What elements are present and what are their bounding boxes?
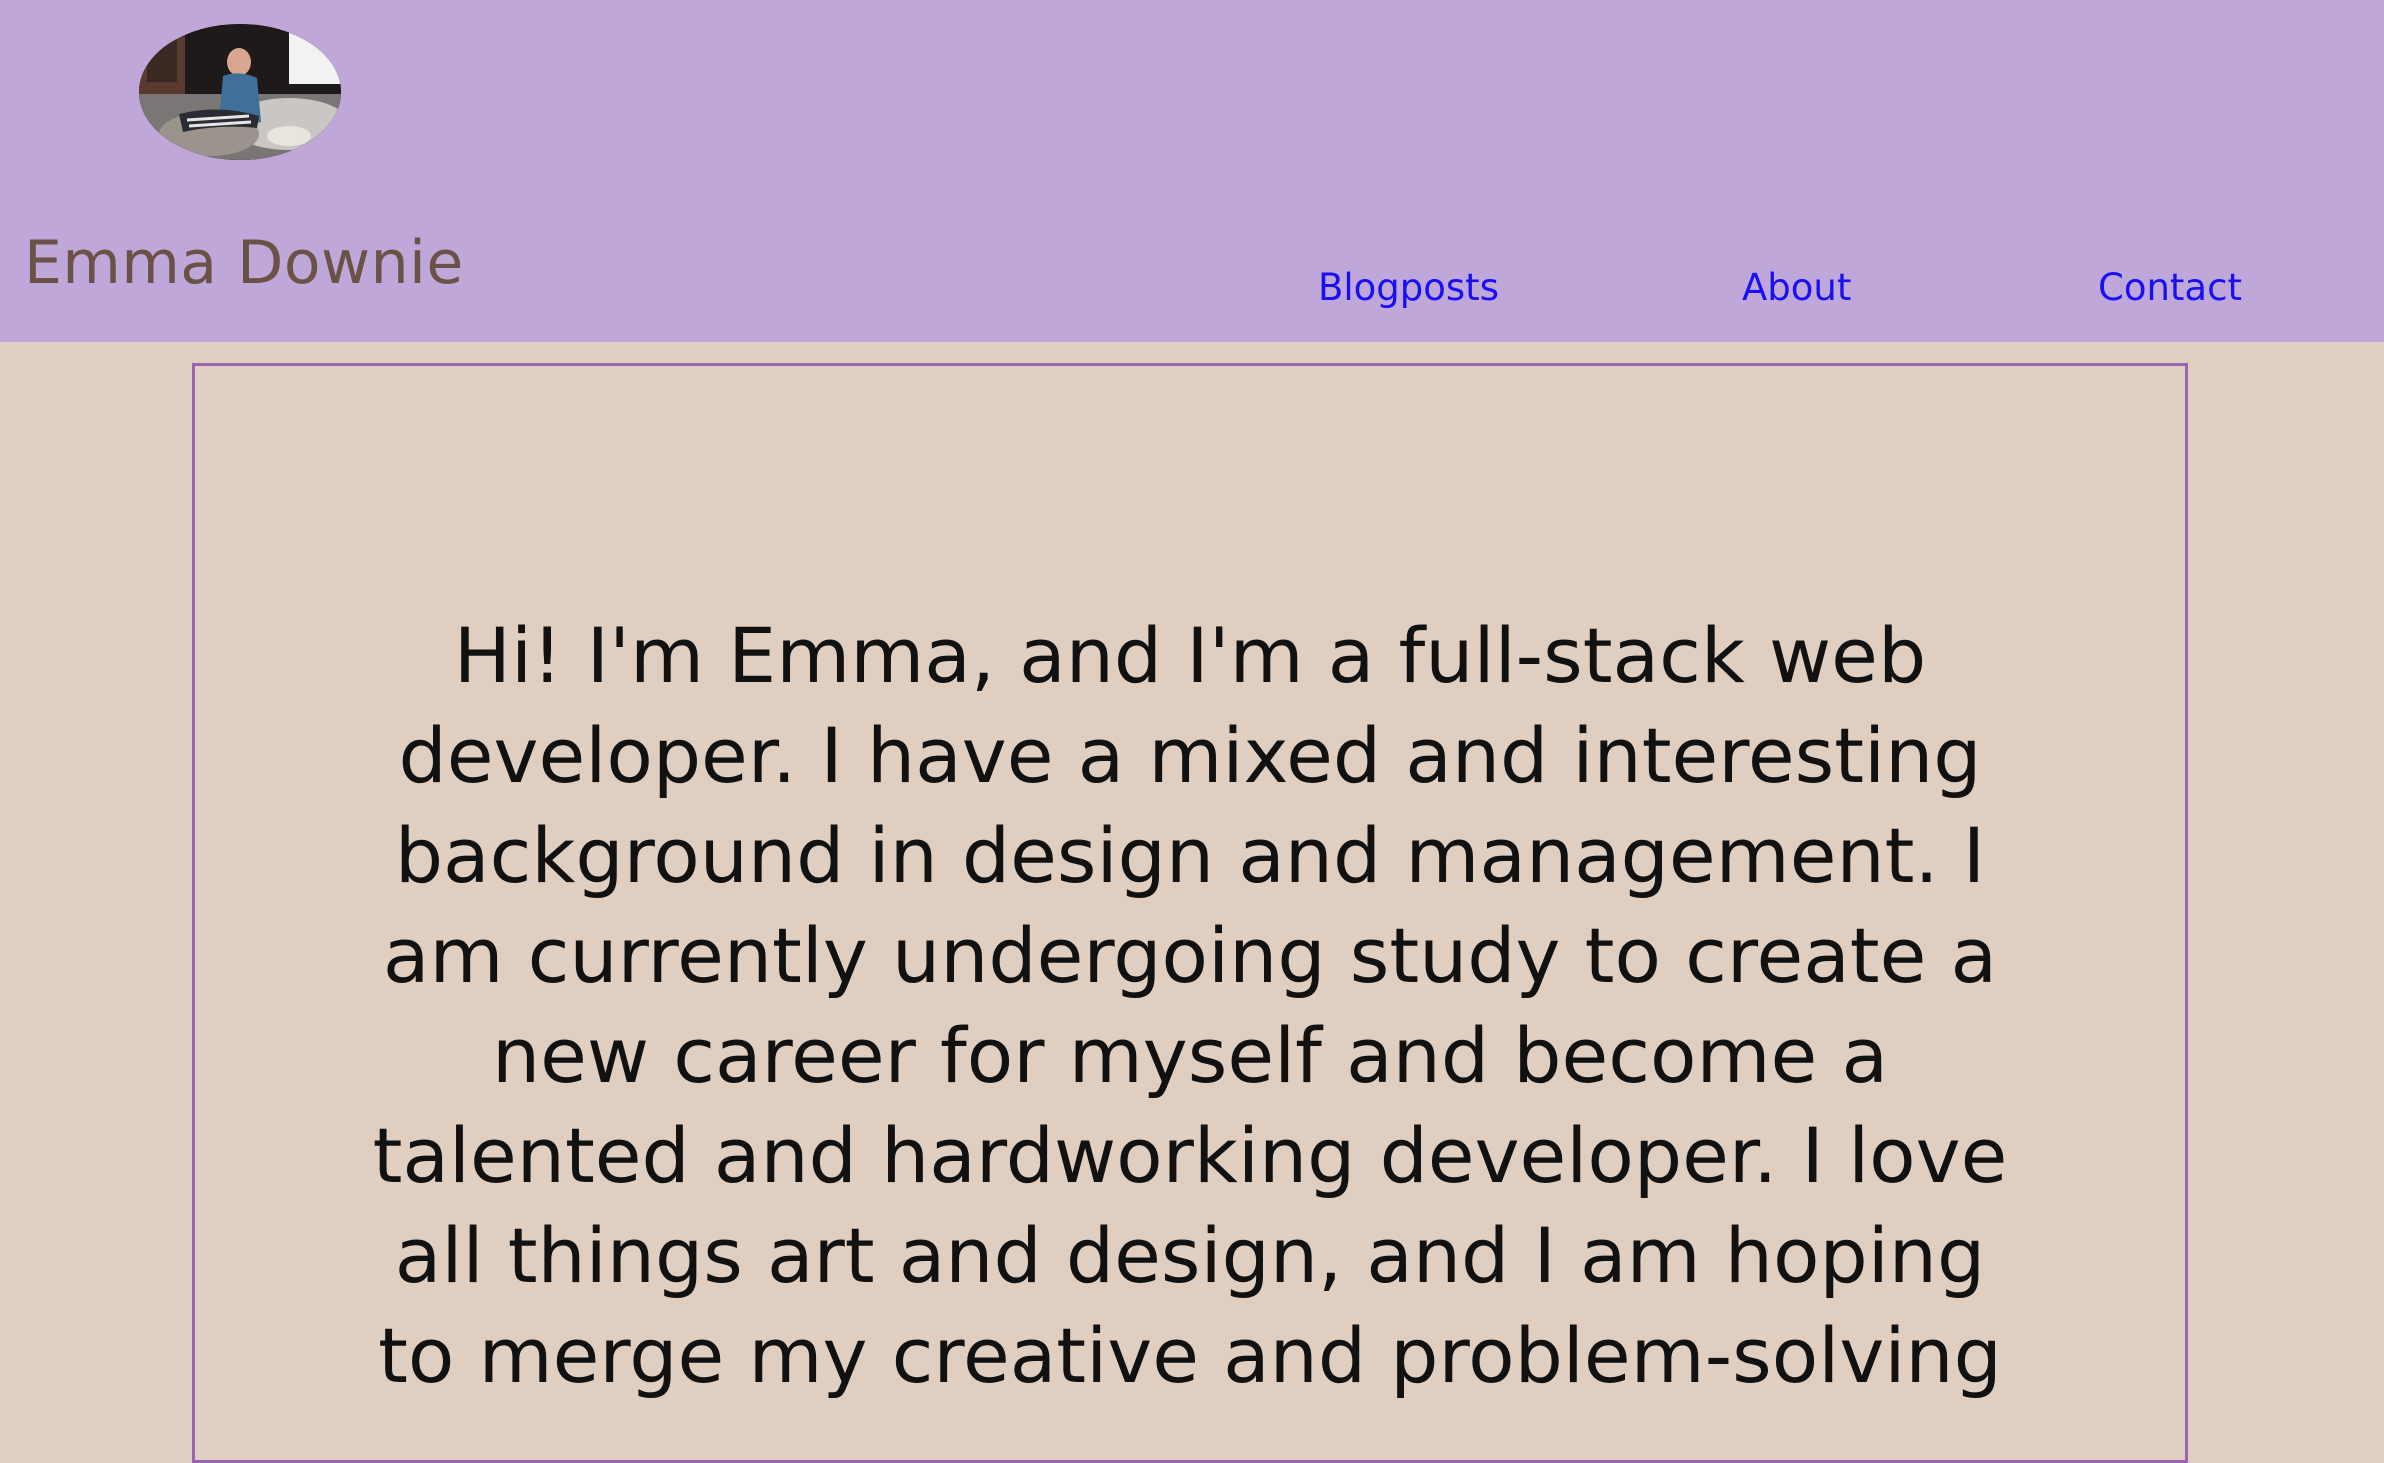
nav-link-about[interactable]: About: [1742, 266, 1851, 309]
site-header: Emma Downie Blogposts About Contact: [0, 0, 2384, 342]
intro-paragraph: Hi! I'm Emma, and I'm a full-stack web d…: [372, 611, 2008, 1400]
intro-box: Hi! I'm Emma, and I'm a full-stack web d…: [192, 363, 2188, 1463]
profile-photo-icon: [139, 24, 341, 160]
nav-link-contact[interactable]: Contact: [2098, 266, 2242, 309]
nav-link-blogposts[interactable]: Blogposts: [1318, 266, 1499, 309]
site-title: Emma Downie: [24, 228, 464, 298]
